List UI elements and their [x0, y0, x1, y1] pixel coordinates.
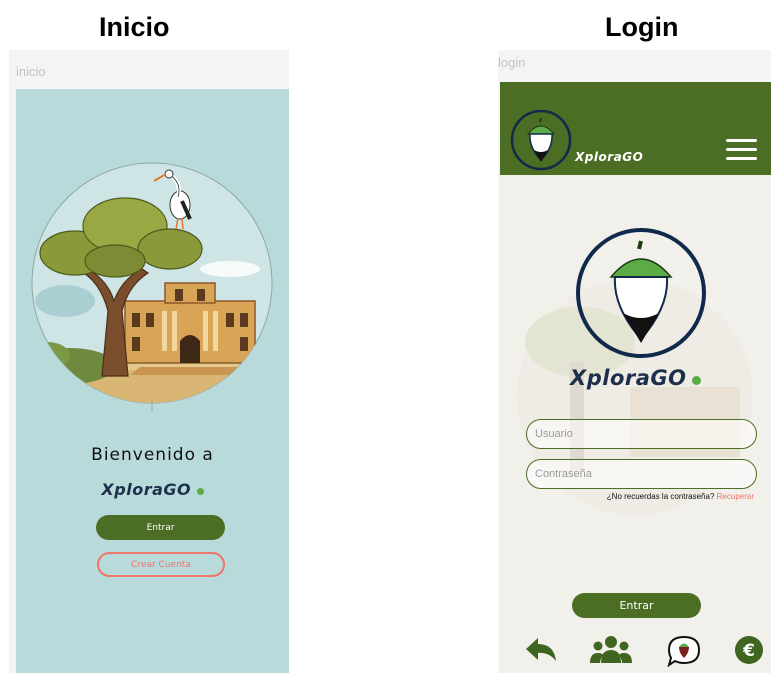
forgot-password-row: ¿No recuerdas la contraseña? Recuperar — [500, 492, 754, 501]
inicio-heading: Inicio — [99, 12, 170, 42]
chat-location-icon[interactable] — [667, 635, 701, 667]
landscape-illustration — [31, 162, 273, 411]
back-arrow-icon[interactable] — [524, 635, 558, 665]
brand-text: XploraGO — [101, 480, 192, 499]
login-screen-title: login — [498, 55, 526, 70]
login-heading: Login — [605, 12, 679, 42]
euro-icon[interactable]: € — [734, 635, 764, 665]
forgot-password-text: ¿No recuerdas la contraseña? — [606, 492, 715, 501]
top-bar: XploraGO — [500, 82, 771, 175]
enter-button-label: Entrar — [146, 522, 175, 533]
login-brand-logo: XploraGO — [500, 366, 771, 390]
create-account-label: Crear Cuenta — [131, 559, 191, 570]
inicio-screen-title: inicio — [16, 64, 46, 79]
brand-logo: XploraGO — [16, 480, 289, 500]
menu-button[interactable] — [726, 139, 757, 161]
inicio-frame: inicio Bienvenido a XploraGO Entrar Crea… — [9, 50, 289, 673]
acorn-pin-logo — [576, 228, 706, 358]
login-brand-text: XploraGO — [570, 366, 687, 390]
password-input[interactable] — [526, 459, 757, 489]
pin-icon — [691, 376, 701, 385]
login-frame: login XploraGO XploraGO Usuario Contrase… — [498, 50, 771, 673]
welcome-text: Bienvenido a — [91, 445, 214, 465]
topbar-brand: XploraGO — [575, 148, 643, 166]
acorn-pin-logo-small — [510, 110, 572, 171]
enter-button[interactable]: Entrar — [96, 515, 225, 540]
create-account-button[interactable]: Crear Cuenta — [97, 552, 225, 577]
login-enter-button[interactable]: Entrar — [572, 593, 701, 618]
hamburger-icon — [726, 139, 757, 161]
pin-icon — [196, 488, 204, 495]
svg-text:€: € — [742, 641, 755, 661]
inicio-screen: Bienvenido a XploraGO Entrar Crear Cuent… — [16, 89, 289, 673]
topbar-brand-text: XploraGO — [575, 150, 644, 164]
recover-link[interactable]: Recuperar — [717, 492, 754, 501]
group-icon[interactable] — [590, 635, 632, 665]
login-enter-button-label: Entrar — [619, 599, 654, 612]
username-input[interactable] — [526, 419, 757, 449]
login-screen: XploraGO XploraGO ¿No rec — [500, 82, 771, 673]
